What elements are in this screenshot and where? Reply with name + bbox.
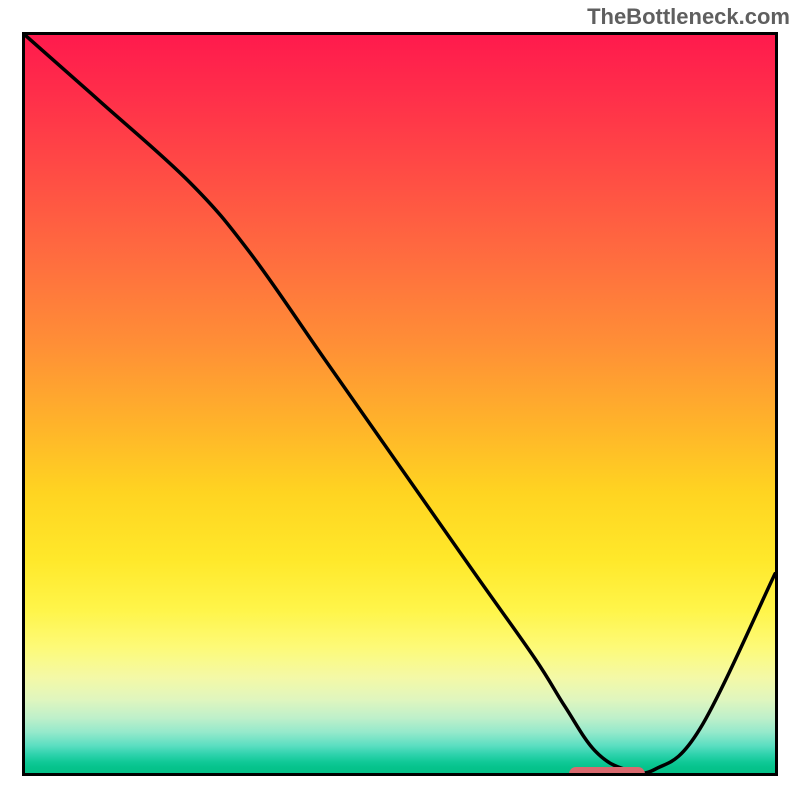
chart-plot-area	[22, 32, 778, 776]
chart-min-marker	[569, 767, 645, 776]
chart-curve-path	[25, 35, 775, 773]
watermark-text: TheBottleneck.com	[587, 4, 790, 30]
chart-line-svg	[25, 35, 775, 773]
